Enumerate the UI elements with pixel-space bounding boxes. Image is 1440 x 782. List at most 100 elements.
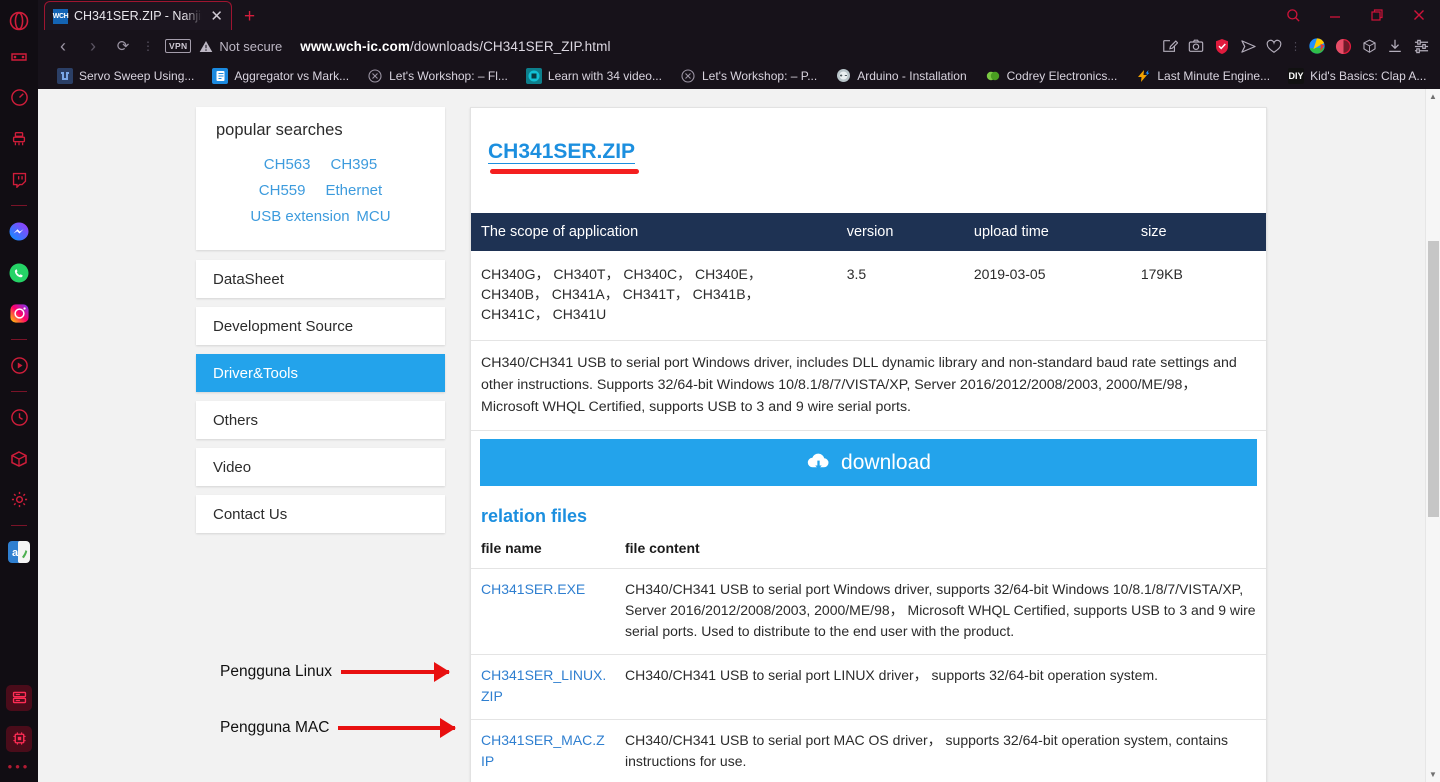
chip-pin-icon[interactable] bbox=[0, 718, 38, 759]
twitch-icon[interactable] bbox=[0, 159, 38, 200]
window-controls bbox=[1272, 0, 1440, 30]
easy-setup-icon[interactable] bbox=[1408, 32, 1434, 60]
cleaner-icon[interactable] bbox=[0, 118, 38, 159]
messenger-icon[interactable] bbox=[0, 211, 38, 252]
download-button[interactable]: download bbox=[480, 439, 1257, 486]
url-domain: www.wch-ic.com bbox=[300, 38, 410, 54]
history-icon[interactable] bbox=[0, 397, 38, 438]
player-icon[interactable] bbox=[0, 345, 38, 386]
bookmark-label: Let's Workshop: – Fl... bbox=[389, 68, 508, 83]
new-tab-button[interactable]: + bbox=[232, 7, 267, 26]
settings-icon[interactable] bbox=[0, 479, 38, 520]
file-link-ch341ser-mac-zip[interactable]: CH341SER_MAC.ZIP bbox=[481, 732, 605, 769]
page-menu-icon[interactable]: ⋮ bbox=[138, 39, 159, 53]
snapshot-icon[interactable] bbox=[1183, 32, 1209, 60]
cell-file-name: CH341SER.EXE bbox=[471, 568, 615, 655]
maximize-icon[interactable] bbox=[1356, 0, 1398, 30]
page-scrollbar[interactable]: ▲ ▼ bbox=[1425, 89, 1440, 782]
sidebar-item-others[interactable]: Others bbox=[196, 401, 445, 439]
popular-searches-tags: CH563 CH395 CH559 Ethernet USB extension MC… bbox=[216, 152, 425, 230]
scroll-up-arrow-icon[interactable]: ▲ bbox=[1426, 89, 1440, 104]
scrollbar-thumb[interactable] bbox=[1428, 241, 1439, 517]
scroll-down-arrow-icon[interactable]: ▼ bbox=[1426, 767, 1440, 782]
cell-file-content: CH340/CH341 USB to serial port MAC OS dr… bbox=[615, 719, 1266, 782]
idm-icon[interactable] bbox=[1304, 32, 1330, 60]
bookmark-label: Learn with 34 video... bbox=[547, 68, 662, 83]
cell-file-name: CH341SER_LINUX.ZIP bbox=[471, 654, 615, 720]
svg-text:a: a bbox=[12, 547, 19, 559]
bookmark-item[interactable]: DIY Kid's Basics: Clap A... bbox=[1279, 67, 1435, 84]
downloads-icon[interactable] bbox=[1382, 32, 1408, 60]
col-file-content: file content bbox=[615, 533, 1266, 569]
bolt-icon bbox=[1135, 68, 1151, 84]
codrey-icon bbox=[985, 68, 1001, 84]
sidebar-item-contact-us[interactable]: Contact Us bbox=[196, 495, 445, 533]
rail-overflow-dots[interactable]: ••• bbox=[8, 759, 31, 782]
search-icon[interactable] bbox=[1272, 0, 1314, 30]
speed-dial-icon[interactable] bbox=[0, 77, 38, 118]
extensions-cube-icon[interactable] bbox=[1356, 32, 1382, 60]
send-icon[interactable] bbox=[1235, 32, 1261, 60]
security-status[interactable]: Not secure bbox=[199, 39, 282, 54]
annotation-label: Pengguna Linux bbox=[220, 663, 333, 680]
bookmark-item[interactable]: Learn with 34 video... bbox=[517, 67, 671, 84]
circle-x-icon bbox=[680, 68, 696, 84]
tag-ch563[interactable]: CH563 bbox=[264, 156, 311, 173]
popular-searches-heading: popular searches bbox=[216, 121, 343, 139]
workspace-icon[interactable] bbox=[0, 36, 38, 77]
file-detail-panel: CH341SER.ZIP The scope of application ve… bbox=[470, 107, 1267, 782]
toolbar-divider: ⋮ bbox=[1290, 40, 1301, 53]
back-button[interactable]: ‹ bbox=[48, 32, 78, 60]
sidebar-item-development-source[interactable]: Development Source bbox=[196, 307, 445, 345]
tag-ch559[interactable]: CH559 bbox=[259, 182, 306, 199]
tab-close-icon[interactable]: ✕ bbox=[208, 9, 225, 24]
whatsapp-icon[interactable] bbox=[0, 252, 38, 293]
annotation-arrow-icon bbox=[338, 718, 457, 738]
cell-size: 179KB bbox=[1130, 251, 1266, 341]
col-upload-time: upload time bbox=[963, 213, 1131, 251]
instagram-icon[interactable] bbox=[0, 293, 38, 334]
address-bar[interactable]: www.wch-ic.com/downloads/CH341SER_ZIP.ht… bbox=[300, 39, 610, 54]
reload-button[interactable]: ⟳ bbox=[108, 32, 138, 60]
tag-mcu[interactable]: MCU bbox=[356, 208, 390, 225]
bookmark-item[interactable]: Let's Workshop: – Fl... bbox=[358, 68, 517, 84]
opera-logo[interactable] bbox=[0, 6, 38, 36]
bookmark-item[interactable]: Last Minute Engine... bbox=[1126, 68, 1279, 84]
sidebar-item-label: Contact Us bbox=[213, 505, 288, 523]
file-link-ch341ser-linux-zip[interactable]: CH341SER_LINUX.ZIP bbox=[481, 667, 606, 704]
sidebar-item-label: Others bbox=[213, 411, 259, 429]
bookmark-item[interactable]: Arduino - Installation bbox=[826, 68, 975, 84]
minimize-icon[interactable] bbox=[1314, 0, 1356, 30]
tag-ch395[interactable]: CH395 bbox=[331, 156, 378, 173]
relation-files-table: file name file content CH341SER.EXE CH34… bbox=[471, 533, 1266, 782]
heart-icon[interactable] bbox=[1261, 32, 1287, 60]
vpn-badge[interactable]: VPN bbox=[165, 39, 192, 53]
teal-icon bbox=[525, 67, 542, 84]
sidebar-item-datasheet[interactable]: DataSheet bbox=[196, 260, 445, 298]
bookmark-item[interactable]: Servo Sweep Using... bbox=[48, 67, 203, 84]
server-pin-icon[interactable] bbox=[0, 677, 38, 718]
sidebar-item-video[interactable]: Video bbox=[196, 448, 445, 486]
tag-ethernet[interactable]: Ethernet bbox=[325, 182, 382, 199]
bookmark-item[interactable]: Aggregator vs Mark... bbox=[203, 67, 358, 84]
vpn-shield-icon[interactable] bbox=[1209, 32, 1235, 60]
annotate-icon[interactable] bbox=[1157, 32, 1183, 60]
file-description: CH340/CH341 USB to serial port Windows d… bbox=[471, 341, 1266, 431]
file-title-link[interactable]: CH341SER.ZIP bbox=[488, 140, 640, 174]
packages-icon[interactable] bbox=[0, 438, 38, 479]
adblock-icon[interactable] bbox=[1330, 32, 1356, 60]
cell-file-content: CH340/CH341 USB to serial port Windows d… bbox=[615, 568, 1266, 655]
bookmark-item[interactable]: Codrey Electronics... bbox=[976, 68, 1127, 84]
bookmark-item[interactable]: Let's Workshop: – P... bbox=[671, 68, 826, 84]
annotation-label: Pengguna MAC bbox=[220, 719, 330, 736]
tab-ch341ser[interactable]: WCH CH341SER.ZIP - NanjingQi ✕ bbox=[44, 1, 232, 30]
sidebar-item-label: Development Source bbox=[213, 317, 354, 335]
opera-sidebar[interactable]: a ••• bbox=[0, 0, 38, 782]
web-page-viewport: popular searches CH563 CH395 CH559 Etherne… bbox=[38, 89, 1440, 782]
file-link-ch341ser-exe[interactable]: CH341SER.EXE bbox=[481, 581, 585, 597]
forward-button[interactable]: › bbox=[78, 32, 108, 60]
tag-usb-extension[interactable]: USB extension bbox=[250, 207, 349, 227]
sidebar-item-driver-tools[interactable]: Driver&Tools bbox=[196, 354, 445, 392]
amazon-assistant-icon[interactable]: a bbox=[0, 531, 38, 572]
close-icon[interactable] bbox=[1398, 0, 1440, 30]
